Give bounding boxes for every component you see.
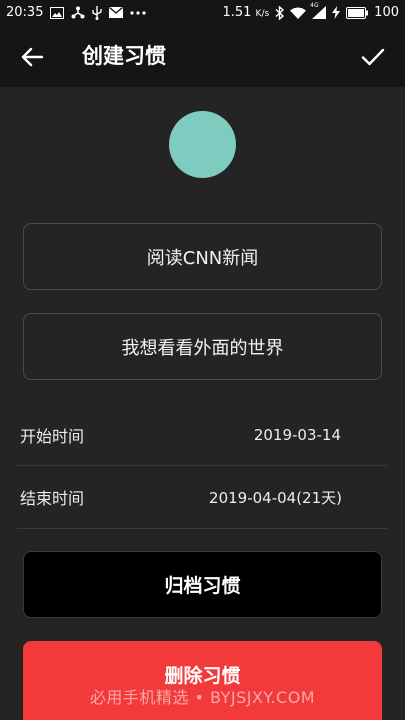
battery-icon	[346, 6, 369, 19]
habit-color-avatar[interactable]	[169, 111, 236, 178]
habit-name-field[interactable]: 阅读CNN新闻	[23, 223, 382, 290]
watermark: 必用手机精选 • BYJSJXY.COM	[89, 688, 316, 707]
usb-icon	[92, 5, 103, 20]
end-time-label: 结束时间	[20, 489, 85, 508]
wifi-icon	[290, 7, 307, 19]
check-icon	[361, 48, 385, 66]
app-bar: 创建习惯	[0, 25, 405, 87]
page-title: 创建习惯	[82, 44, 166, 68]
back-button[interactable]	[18, 43, 46, 71]
end-time-value: 2019-04-04(21天)	[209, 488, 342, 507]
start-time-label: 开始时间	[20, 427, 85, 446]
arrow-left-icon	[21, 47, 43, 67]
network-speed: 1.51 K/s	[222, 5, 270, 20]
bluetooth-icon	[275, 5, 285, 20]
divider	[17, 528, 387, 529]
start-time-value: 2019-03-14	[253, 426, 341, 444]
start-time-row[interactable]: 开始时间 2019-03-14	[20, 404, 386, 466]
signal-label: 4G	[310, 2, 319, 9]
mail-icon	[109, 7, 124, 18]
image-icon	[50, 6, 65, 19]
signal-icon: 4G	[310, 2, 327, 19]
archive-habit-label: 归档习惯	[164, 575, 241, 597]
habit-description-value: 我想看看外面的世界	[121, 337, 284, 359]
charging-icon	[332, 6, 341, 19]
habit-description-field[interactable]: 我想看看外面的世界	[23, 313, 382, 380]
confirm-button[interactable]	[358, 43, 388, 71]
battery-level: 100	[374, 5, 399, 20]
status-bar: 20:35 1.51 K/s 4G 100	[0, 0, 405, 25]
network-share-icon	[71, 6, 85, 19]
status-time: 20:35	[6, 5, 44, 20]
more-dots-icon	[130, 10, 147, 15]
archive-habit-button[interactable]: 归档习惯	[23, 551, 382, 618]
end-time-row[interactable]: 结束时间 2019-04-04(21天)	[20, 466, 386, 528]
habit-name-value: 阅读CNN新闻	[146, 247, 259, 269]
